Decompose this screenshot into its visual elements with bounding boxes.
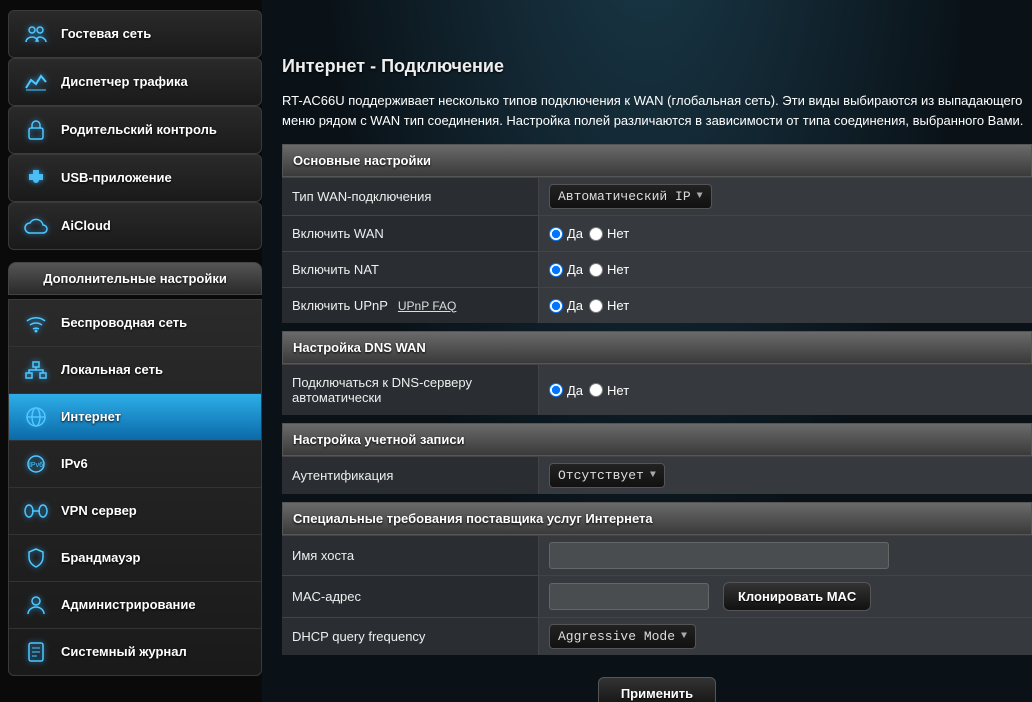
lock-icon	[23, 117, 49, 143]
sidebar-item-users[interactable]: Гостевая сеть	[9, 11, 261, 57]
enable-wan-no[interactable]: Нет	[589, 226, 629, 241]
page-title: Интернет - Подключение	[282, 56, 1032, 77]
section-basic-settings: Основные настройки Тип WAN-подключения А…	[282, 144, 1032, 323]
enable-upnp-no[interactable]: Нет	[589, 298, 629, 313]
sidebar-item-traffic[interactable]: Диспетчер трафика	[9, 59, 261, 105]
upnp-faq-link[interactable]: UPnP FAQ	[398, 299, 456, 313]
dns-auto-no[interactable]: Нет	[589, 383, 629, 398]
cloud-icon	[23, 213, 49, 239]
main-content: Интернет - Подключение RT-AC66U поддержи…	[262, 0, 1032, 702]
section-dns-settings: Настройка DNS WAN Подключаться к DNS-сер…	[282, 331, 1032, 415]
lan-icon	[23, 357, 49, 383]
vpn-icon	[23, 498, 49, 524]
shield-icon	[23, 545, 49, 571]
section-header: Настройка учетной записи	[282, 423, 1032, 456]
sidebar-item-label: Системный журнал	[61, 644, 187, 660]
sidebar-item-label: VPN сервер	[61, 503, 137, 519]
sidebar-item-label: Администрирование	[61, 597, 196, 613]
sidebar-item-plugin[interactable]: USB-приложение	[9, 155, 261, 201]
enable-nat-no[interactable]: Нет	[589, 262, 629, 277]
sidebar-item-lock[interactable]: Родительский контроль	[9, 107, 261, 153]
section-isp-requirements: Специальные требования поставщика услуг …	[282, 502, 1032, 655]
auth-label: Аутентификация	[282, 457, 538, 494]
sidebar-item-label: Родительский контроль	[61, 122, 217, 138]
sidebar-item-log[interactable]: Системный журнал	[9, 628, 261, 675]
apply-button[interactable]: Применить	[598, 677, 716, 702]
plugin-icon	[23, 165, 49, 191]
sidebar-item-label: Интернет	[61, 409, 121, 425]
mac-label: MAC-адрес	[282, 576, 538, 617]
auth-select[interactable]: Отсутствует ▼	[549, 463, 665, 488]
wan-type-select[interactable]: Автоматический IP ▼	[549, 184, 712, 209]
sidebar-item-cloud[interactable]: AiCloud	[9, 203, 261, 249]
section-header: Специальные требования поставщика услуг …	[282, 502, 1032, 535]
section-header: Основные настройки	[282, 144, 1032, 177]
dns-auto-label: Подключаться к DNS-серверу автоматически	[282, 365, 538, 415]
sidebar-item-globe[interactable]: Интернет	[9, 393, 261, 440]
sidebar-item-label: Брандмауэр	[61, 550, 140, 566]
advanced-settings-header: Дополнительные настройки	[8, 262, 262, 295]
wan-type-label: Тип WAN-подключения	[282, 178, 538, 215]
admin-icon	[23, 592, 49, 618]
sidebar-item-label: USB-приложение	[61, 170, 172, 186]
globe-icon	[23, 404, 49, 430]
wan-type-value: Автоматический IP	[558, 189, 691, 204]
enable-nat-yes[interactable]: Да	[549, 262, 583, 277]
auth-value: Отсутствует	[558, 468, 644, 483]
dhcp-freq-label: DHCP query frequency	[282, 618, 538, 655]
sidebar-item-label: Диспетчер трафика	[61, 74, 188, 90]
enable-upnp-label: Включить UPnP	[292, 298, 388, 313]
ipv6-icon: IPv6	[23, 451, 49, 477]
sidebar: Гостевая сеть Диспетчер трафика Родительск…	[0, 0, 262, 702]
sidebar-item-admin[interactable]: Администрирование	[9, 581, 261, 628]
hostname-label: Имя хоста	[282, 536, 538, 575]
chevron-down-icon: ▼	[650, 470, 656, 481]
sidebar-item-shield[interactable]: Брандмауэр	[9, 534, 261, 581]
clone-mac-button[interactable]: Клонировать MAC	[723, 582, 871, 611]
dhcp-freq-select[interactable]: Aggressive Mode ▼	[549, 624, 696, 649]
section-account-settings: Настройка учетной записи Аутентификация …	[282, 423, 1032, 494]
dns-auto-yes[interactable]: Да	[549, 383, 583, 398]
sidebar-item-lan[interactable]: Локальная сеть	[9, 346, 261, 393]
sidebar-item-label: AiCloud	[61, 218, 111, 234]
sidebar-item-vpn[interactable]: VPN сервер	[9, 487, 261, 534]
traffic-icon	[23, 69, 49, 95]
log-icon	[23, 639, 49, 665]
hostname-input[interactable]	[549, 542, 889, 569]
enable-nat-label: Включить NAT	[282, 252, 538, 287]
sidebar-item-label: Беспроводная сеть	[61, 315, 187, 331]
sidebar-item-label: Гостевая сеть	[61, 26, 151, 42]
enable-wan-label: Включить WAN	[282, 216, 538, 251]
enable-wan-yes[interactable]: Да	[549, 226, 583, 241]
users-icon	[23, 21, 49, 47]
sidebar-item-ipv6[interactable]: IPv6 IPv6	[9, 440, 261, 487]
chevron-down-icon: ▼	[697, 191, 703, 202]
svg-text:IPv6: IPv6	[29, 462, 43, 469]
sidebar-item-wifi[interactable]: Беспроводная сеть	[9, 300, 261, 346]
chevron-down-icon: ▼	[681, 631, 687, 642]
sidebar-item-label: IPv6	[61, 456, 88, 472]
section-header: Настройка DNS WAN	[282, 331, 1032, 364]
enable-upnp-yes[interactable]: Да	[549, 298, 583, 313]
wifi-icon	[23, 310, 49, 336]
sidebar-item-label: Локальная сеть	[61, 362, 163, 378]
mac-input[interactable]	[549, 583, 709, 610]
dhcp-freq-value: Aggressive Mode	[558, 629, 675, 644]
page-description: RT-AC66U поддерживает несколько типов по…	[282, 91, 1032, 130]
